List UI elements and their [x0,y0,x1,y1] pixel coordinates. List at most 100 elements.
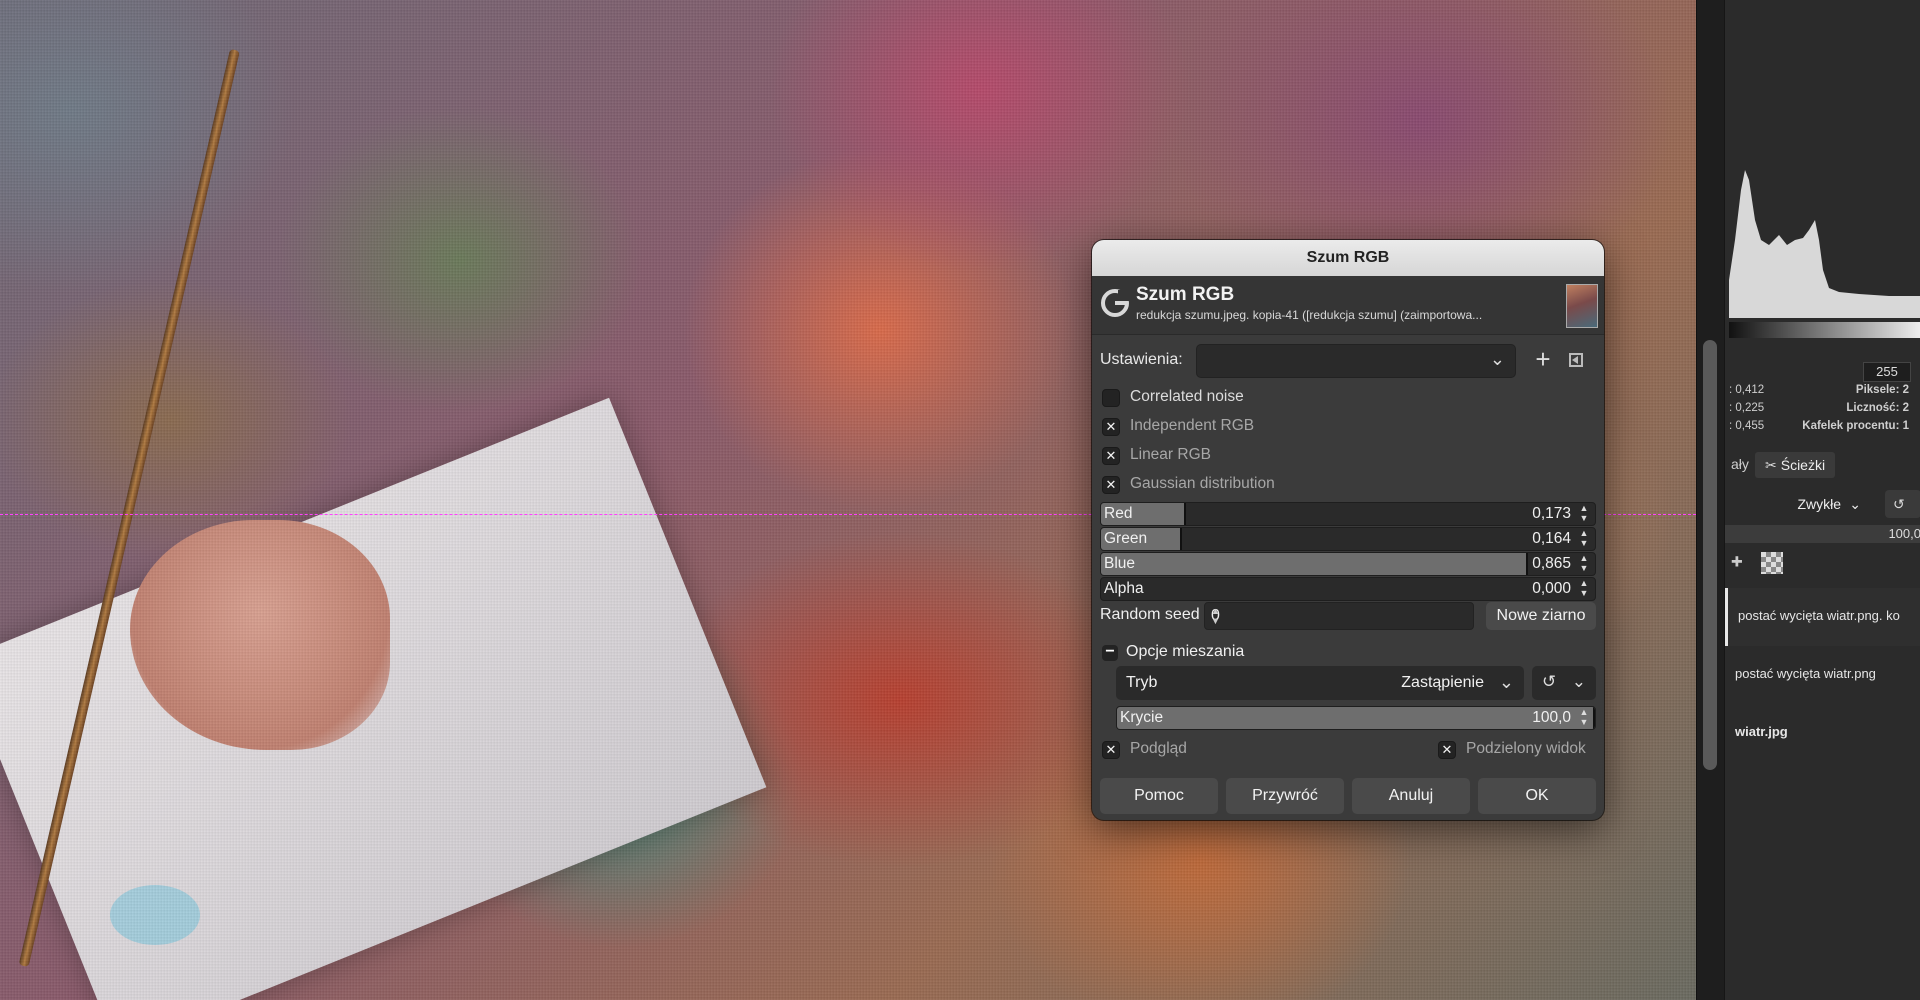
checkbox-box: ✕ [1102,418,1120,436]
dock-tabs: ały ✂ Ścieżki [1725,452,1920,478]
new-seed-button[interactable]: Nowe ziarno [1486,602,1596,630]
layer-mode-select[interactable]: Zwykłe ⌄ [1781,490,1865,518]
cancel-button[interactable]: Anuluj [1352,778,1470,814]
random-seed-label: Random seed [1100,606,1200,623]
spin-arrows-icon[interactable]: ▲ ▼ [1577,578,1591,600]
stats-row: : 0,412 Piksele: 2 [1729,384,1920,402]
blend-mode-value: Zastąpienie [1401,674,1484,691]
canvas-vertical-scrollbar[interactable] [1696,0,1725,1000]
histogram-gradient [1729,322,1920,338]
dialog-header: Szum RGB redukcja szumu.jpeg. kopia-41 (… [1092,276,1604,335]
blend-space-button[interactable]: ↺ ⌄ [1532,666,1596,700]
chevron-down-icon: ⌄ [1571,672,1586,691]
layer-name: wiatr.jpg [1735,724,1788,739]
checkbox-label: Gaussian distribution [1130,475,1275,492]
layers-list: postać wycięta wiatr.png. ko postać wyci… [1725,588,1920,762]
slider-value: 0,865 [1532,555,1571,572]
gimp-logo-icon [1101,289,1130,317]
alpha-slider[interactable]: Alpha 0,000 ▲ ▼ [1100,577,1596,601]
ok-button[interactable]: OK [1478,778,1596,814]
rgb-noise-dialog: Szum RGB Szum RGB redukcja szumu.jpeg. k… [1092,240,1604,820]
tab-paths[interactable]: ✂ Ścieżki [1755,452,1836,478]
chevron-down-icon: ⌄ [1849,496,1861,512]
stats-row: : 0,455 Kafelek procentu: 1 [1729,420,1920,438]
reset-icon: ↺ [1893,496,1905,512]
lock-alpha-icon[interactable] [1760,552,1783,574]
checkbox-label: Podgląd [1130,740,1187,757]
layer-mode-reset-button[interactable]: ↺ [1885,490,1920,518]
layer-item[interactable]: wiatr.jpg [1725,704,1920,762]
opacity-slider[interactable]: Krycie 100,0 ▲ ▼ [1116,706,1596,730]
layer-opacity-slider[interactable]: 100,0 [1725,525,1920,543]
stats-right: Kafelek procentu: 1 [1802,420,1909,432]
histogram [1729,40,1920,318]
checkbox-box: ✕ [1102,741,1120,759]
spin-arrows-icon[interactable]: ▲ ▼ [1577,528,1591,550]
histogram-stats: : 0,412 Piksele: 2 : 0,225 Liczność: 2 :… [1729,384,1920,438]
layer-item[interactable]: postać wycięta wiatr.png. ko [1725,588,1920,646]
blend-mode-label: Tryb [1126,674,1158,691]
lock-position-icon[interactable]: ✚ [1731,554,1743,570]
presets-row: Ustawienia: ⌄ + [1100,342,1596,378]
red-slider[interactable]: Red 0,173 ▲ ▼ [1100,502,1596,526]
slider-fill [1117,707,1595,729]
spin-arrows-icon[interactable]: ▲ ▼ [1577,707,1591,729]
presets-combobox[interactable]: ⌄ [1196,344,1516,378]
dialog-header-title: Szum RGB [1136,284,1235,305]
image-thumbnail [1566,284,1598,328]
stats-row: : 0,225 Liczność: 2 [1729,402,1920,420]
reset-button[interactable]: Przywróć [1226,778,1344,814]
slider-label: Krycie [1120,709,1164,726]
dialog-titlebar[interactable]: Szum RGB [1092,240,1604,276]
help-button[interactable]: Pomoc [1100,778,1218,814]
triangle-left-icon [1572,356,1578,364]
slider-fill [1101,553,1529,575]
spin-arrows-icon[interactable]: ▲ ▼ [1577,503,1591,525]
slider-label: Red [1104,505,1133,522]
presets-label: Ustawienia: [1100,351,1183,368]
tab-channels[interactable]: ały [1731,456,1749,472]
tab-paths-label: Ścieżki [1780,457,1826,473]
layer-opacity-value: 100,0 [1888,526,1920,541]
checkbox-box: ✕ [1438,741,1456,759]
slider-label: Green [1104,530,1148,547]
add-preset-button[interactable]: + [1528,344,1558,376]
stats-left: : 0,225 [1729,402,1765,414]
checkbox-label: Independent RGB [1130,417,1255,434]
dialog-header-subtitle: redukcja szumu.jpeg. kopia-41 ([redukcja… [1136,308,1483,322]
paths-icon: ✂ [1765,457,1777,473]
checkbox-label: Correlated noise [1130,388,1244,405]
stats-left: : 0,412 [1729,384,1765,396]
layer-mode-value: Zwykłe [1797,496,1841,512]
stats-right: Liczność: 2 [1846,402,1909,414]
reset-icon: ↺ [1542,672,1557,691]
stats-right: Piksele: 2 [1855,384,1909,396]
slider-value: 100,0 [1532,709,1571,726]
plus-icon: + [1535,344,1551,374]
blue-slider[interactable]: Blue 0,865 ▲ ▼ [1100,552,1596,576]
blend-mode-select[interactable]: Tryb Zastąpienie ⌄ [1116,666,1524,700]
stats-left: : 0,455 [1729,420,1765,432]
preset-menu-button[interactable] [1562,344,1592,376]
canvas-scroll-thumb[interactable] [1703,340,1717,770]
layer-item[interactable]: postać wycięta wiatr.png [1725,646,1920,704]
layer-mode-row: Zwykłe ⌄ ↺ [1725,490,1920,520]
collapse-icon: − [1102,644,1118,661]
slider-value: 0,173 [1532,505,1571,522]
slider-value: 0,164 [1532,530,1571,547]
chevron-down-icon: ⌄ [1489,349,1505,369]
checkbox-label: Linear RGB [1130,446,1211,463]
random-seed-input[interactable]: 0 ▲ ▼ [1204,602,1474,630]
right-dock: 255 : 0,412 Piksele: 2 : 0,225 Liczność:… [1724,0,1920,1000]
checkbox-label: Podzielony widok [1466,740,1586,757]
layer-name: postać wycięta wiatr.png. ko [1738,608,1900,623]
spin-arrows-icon[interactable]: ▲ ▼ [1577,553,1591,575]
chevron-down-icon: ⌄ [1498,672,1514,692]
spin-arrows-icon[interactable]: ▲ ▼ [1211,606,1467,626]
green-slider[interactable]: Green 0,164 ▲ ▼ [1100,527,1596,551]
histogram-max-field[interactable]: 255 [1863,362,1911,382]
random-seed-row: Random seed 0 ▲ ▼ Nowe ziarno [1100,600,1596,630]
layer-lock-row: ✚ [1731,552,1783,578]
checkbox-box: ✕ [1102,476,1120,494]
slider-label: Blue [1104,555,1136,572]
